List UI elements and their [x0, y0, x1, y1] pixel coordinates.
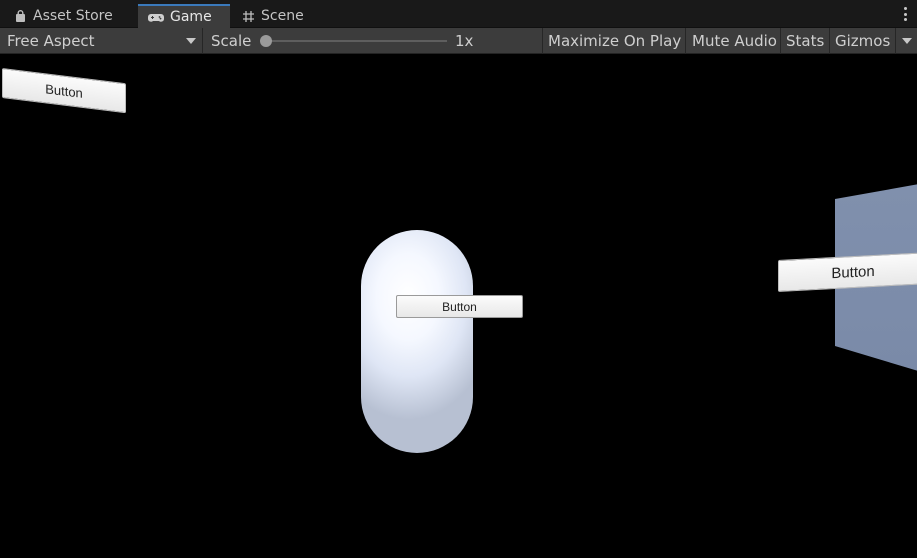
bag-icon — [14, 9, 27, 23]
scene-button-left[interactable]: Button — [2, 68, 126, 114]
scale-slider-thumb[interactable] — [260, 35, 272, 47]
stats-button[interactable]: Stats — [781, 28, 829, 54]
tab-game[interactable]: Game — [138, 4, 230, 28]
mute-audio-button[interactable]: Mute Audio — [687, 28, 782, 54]
aspect-dropdown[interactable]: Free Aspect — [0, 28, 203, 54]
tab-bar: Asset Store Game Scene — [0, 0, 917, 28]
divider — [895, 28, 896, 54]
gamepad-icon — [148, 11, 164, 24]
scale-slider[interactable] — [266, 40, 447, 42]
divider — [685, 28, 686, 54]
gizmos-button[interactable]: Gizmos — [830, 28, 895, 54]
capsule-object — [361, 230, 473, 453]
chevron-down-icon — [186, 38, 196, 44]
gizmos-dropdown-icon[interactable] — [902, 38, 912, 44]
maximize-on-play-button[interactable]: Maximize On Play — [543, 28, 686, 54]
game-toolbar: Free Aspect Scale 1x Maximize On Play Mu… — [0, 28, 917, 54]
tab-scene[interactable]: Scene — [232, 4, 324, 28]
scale-label: Scale — [211, 32, 252, 50]
aspect-value: Free Aspect — [7, 32, 95, 50]
more-options-icon[interactable] — [903, 7, 907, 21]
scene-button-center[interactable]: Button — [396, 295, 523, 318]
tab-label: Asset Store — [33, 8, 113, 24]
tab-label: Scene — [261, 8, 304, 24]
scale-value: 1x — [455, 32, 474, 50]
tab-label: Game — [170, 9, 212, 25]
game-viewport[interactable]: Button Button Button — [0, 55, 917, 558]
tab-asset-store[interactable]: Asset Store — [4, 4, 138, 28]
grid-icon — [242, 10, 255, 23]
